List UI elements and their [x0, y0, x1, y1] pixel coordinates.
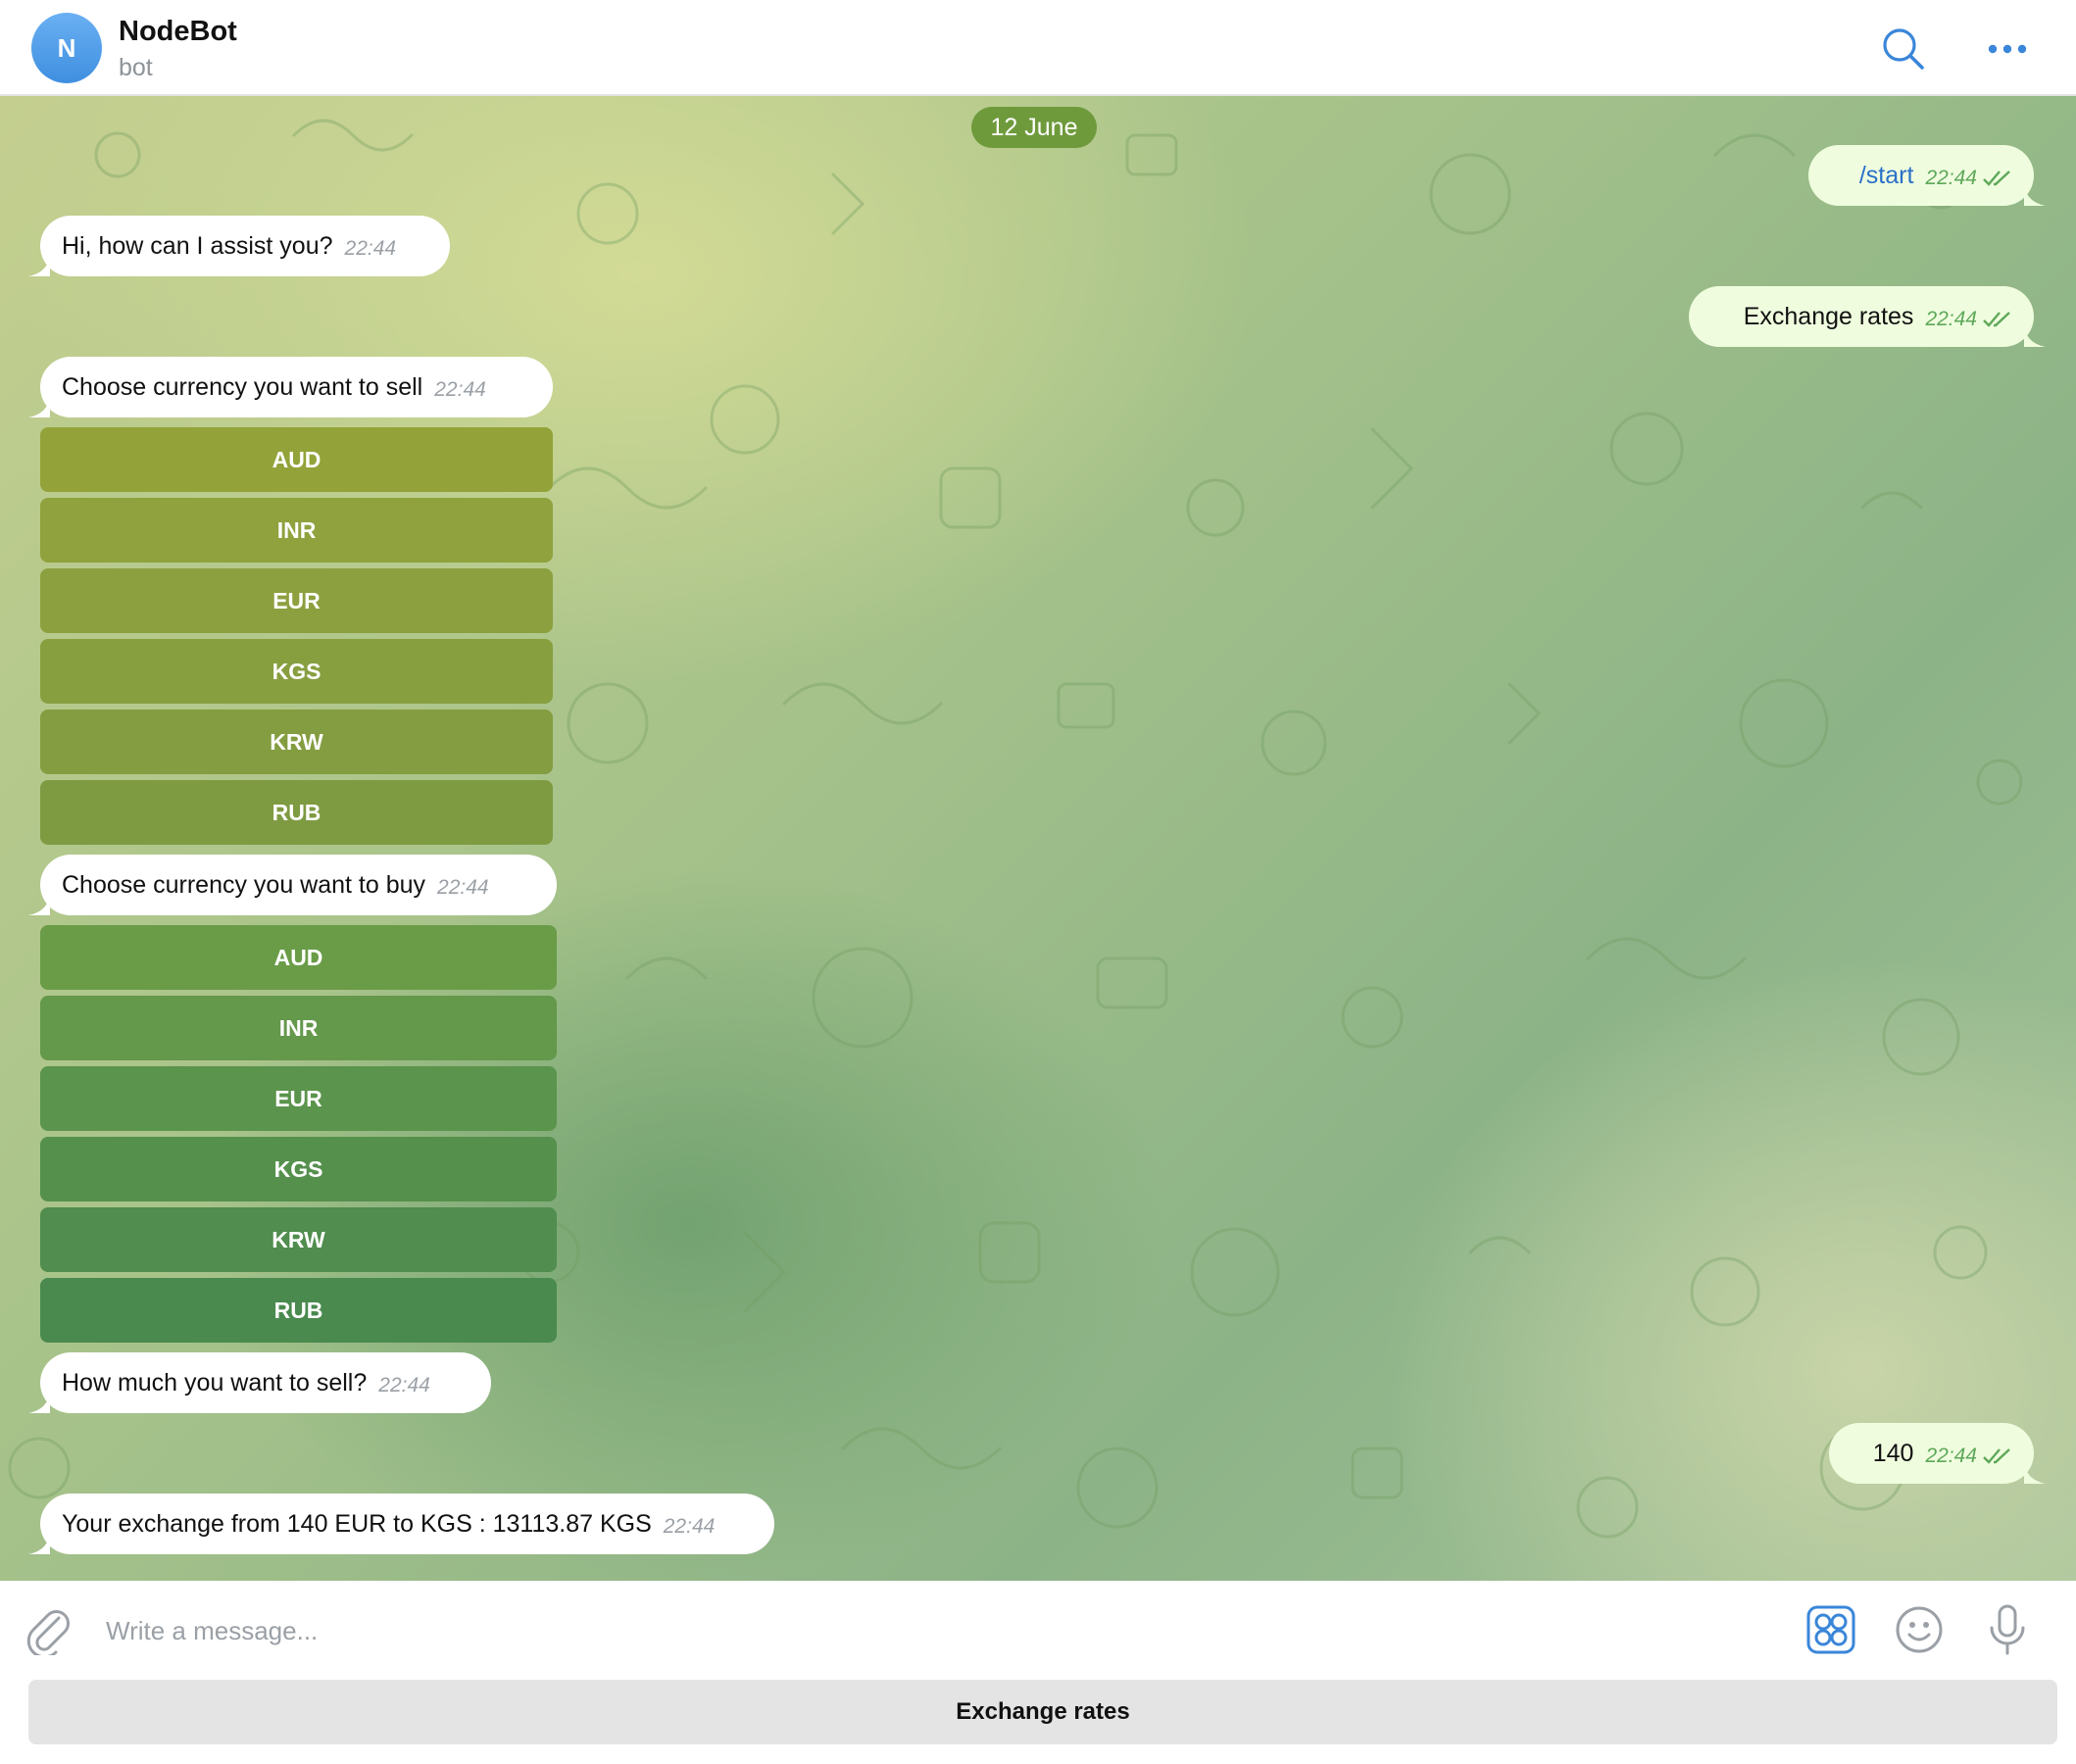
bubble-tail	[28, 894, 50, 915]
message-time: 22:44	[344, 236, 397, 260]
outgoing-message[interactable]: Exchange rates 22:44	[1689, 286, 2046, 347]
avatar[interactable]: N	[31, 13, 102, 83]
inline-button-buy-inr[interactable]: INR	[40, 996, 557, 1060]
message-text: Exchange rates	[1743, 302, 1914, 330]
outgoing-message[interactable]: /start 22:44	[1808, 145, 2046, 206]
bubble-tail	[2024, 1462, 2046, 1484]
bubble-tail	[28, 255, 50, 276]
incoming-message[interactable]: Choose currency you want to sell 22:44	[28, 357, 553, 417]
outgoing-message[interactable]: 140 22:44	[1829, 1423, 2046, 1484]
inline-button-sell-kgs[interactable]: KGS	[40, 639, 553, 704]
message-text: Hi, how can I assist you?	[62, 231, 333, 260]
attach-icon[interactable]	[20, 1600, 78, 1659]
inline-button-buy-aud[interactable]: AUD	[40, 925, 557, 990]
message-text: Choose currency you want to buy	[62, 870, 426, 899]
double-check-icon	[1983, 311, 2010, 327]
chat-history[interactable]: 12 June /start 22:44 Hi, how can I assis…	[0, 96, 2076, 1581]
incoming-message[interactable]: How much you want to sell? 22:44	[28, 1352, 491, 1413]
search-icon[interactable]	[1878, 24, 1929, 74]
message-text: Choose currency you want to sell	[62, 372, 423, 401]
bubble-tail	[2024, 325, 2046, 347]
inline-button-buy-krw[interactable]: KRW	[40, 1207, 557, 1272]
message-text: How much you want to sell?	[62, 1368, 368, 1396]
inline-button-buy-rub[interactable]: RUB	[40, 1278, 557, 1343]
double-check-icon	[1983, 1447, 2010, 1464]
message-time: 22:44	[378, 1373, 430, 1396]
inline-button-sell-rub[interactable]: RUB	[40, 780, 553, 845]
inline-button-sell-eur[interactable]: EUR	[40, 568, 553, 633]
incoming-message[interactable]: Hi, how can I assist you? 22:44	[28, 216, 450, 276]
message-time: 22:44	[1925, 166, 1977, 189]
chat-title[interactable]: NodeBot	[119, 16, 237, 48]
inline-button-sell-inr[interactable]: INR	[40, 498, 553, 563]
inline-button-buy-eur[interactable]: EUR	[40, 1066, 557, 1131]
incoming-message[interactable]: Choose currency you want to buy 22:44	[28, 855, 557, 915]
microphone-icon[interactable]	[1978, 1600, 2037, 1659]
message-text: Your exchange from 140 EUR to KGS : 1311…	[62, 1509, 652, 1538]
inline-button-sell-krw[interactable]: KRW	[40, 710, 553, 774]
more-icon[interactable]	[1982, 24, 2033, 74]
inline-button-sell-aud[interactable]: AUD	[40, 427, 553, 492]
bubble-tail	[2024, 184, 2046, 206]
inline-button-buy-kgs[interactable]: KGS	[40, 1137, 557, 1201]
bot-commands-icon[interactable]	[1802, 1600, 1860, 1659]
reply-keyboard-exchange-rates-button[interactable]: Exchange rates	[28, 1680, 2057, 1744]
message-composer	[0, 1581, 2076, 1679]
message-time: 22:44	[1925, 1444, 1977, 1467]
chat-subtitle: bot	[119, 54, 153, 81]
date-separator: 12 June	[971, 107, 1097, 148]
emoji-icon[interactable]	[1890, 1600, 1949, 1659]
incoming-message[interactable]: Your exchange from 140 EUR to KGS : 1311…	[28, 1494, 774, 1554]
bubble-tail	[28, 396, 50, 417]
double-check-icon	[1983, 170, 2010, 186]
chat-header: N NodeBot bot	[0, 0, 2076, 96]
message-time: 22:44	[437, 875, 489, 899]
message-text[interactable]: /start	[1859, 162, 1914, 190]
message-time: 22:44	[1925, 307, 1977, 330]
bubble-tail	[28, 1533, 50, 1554]
message-text: 140	[1872, 1439, 1914, 1467]
message-time: 22:44	[663, 1514, 716, 1538]
bubble-tail	[28, 1392, 50, 1413]
message-input[interactable]	[104, 1608, 1676, 1653]
message-time: 22:44	[434, 377, 486, 401]
